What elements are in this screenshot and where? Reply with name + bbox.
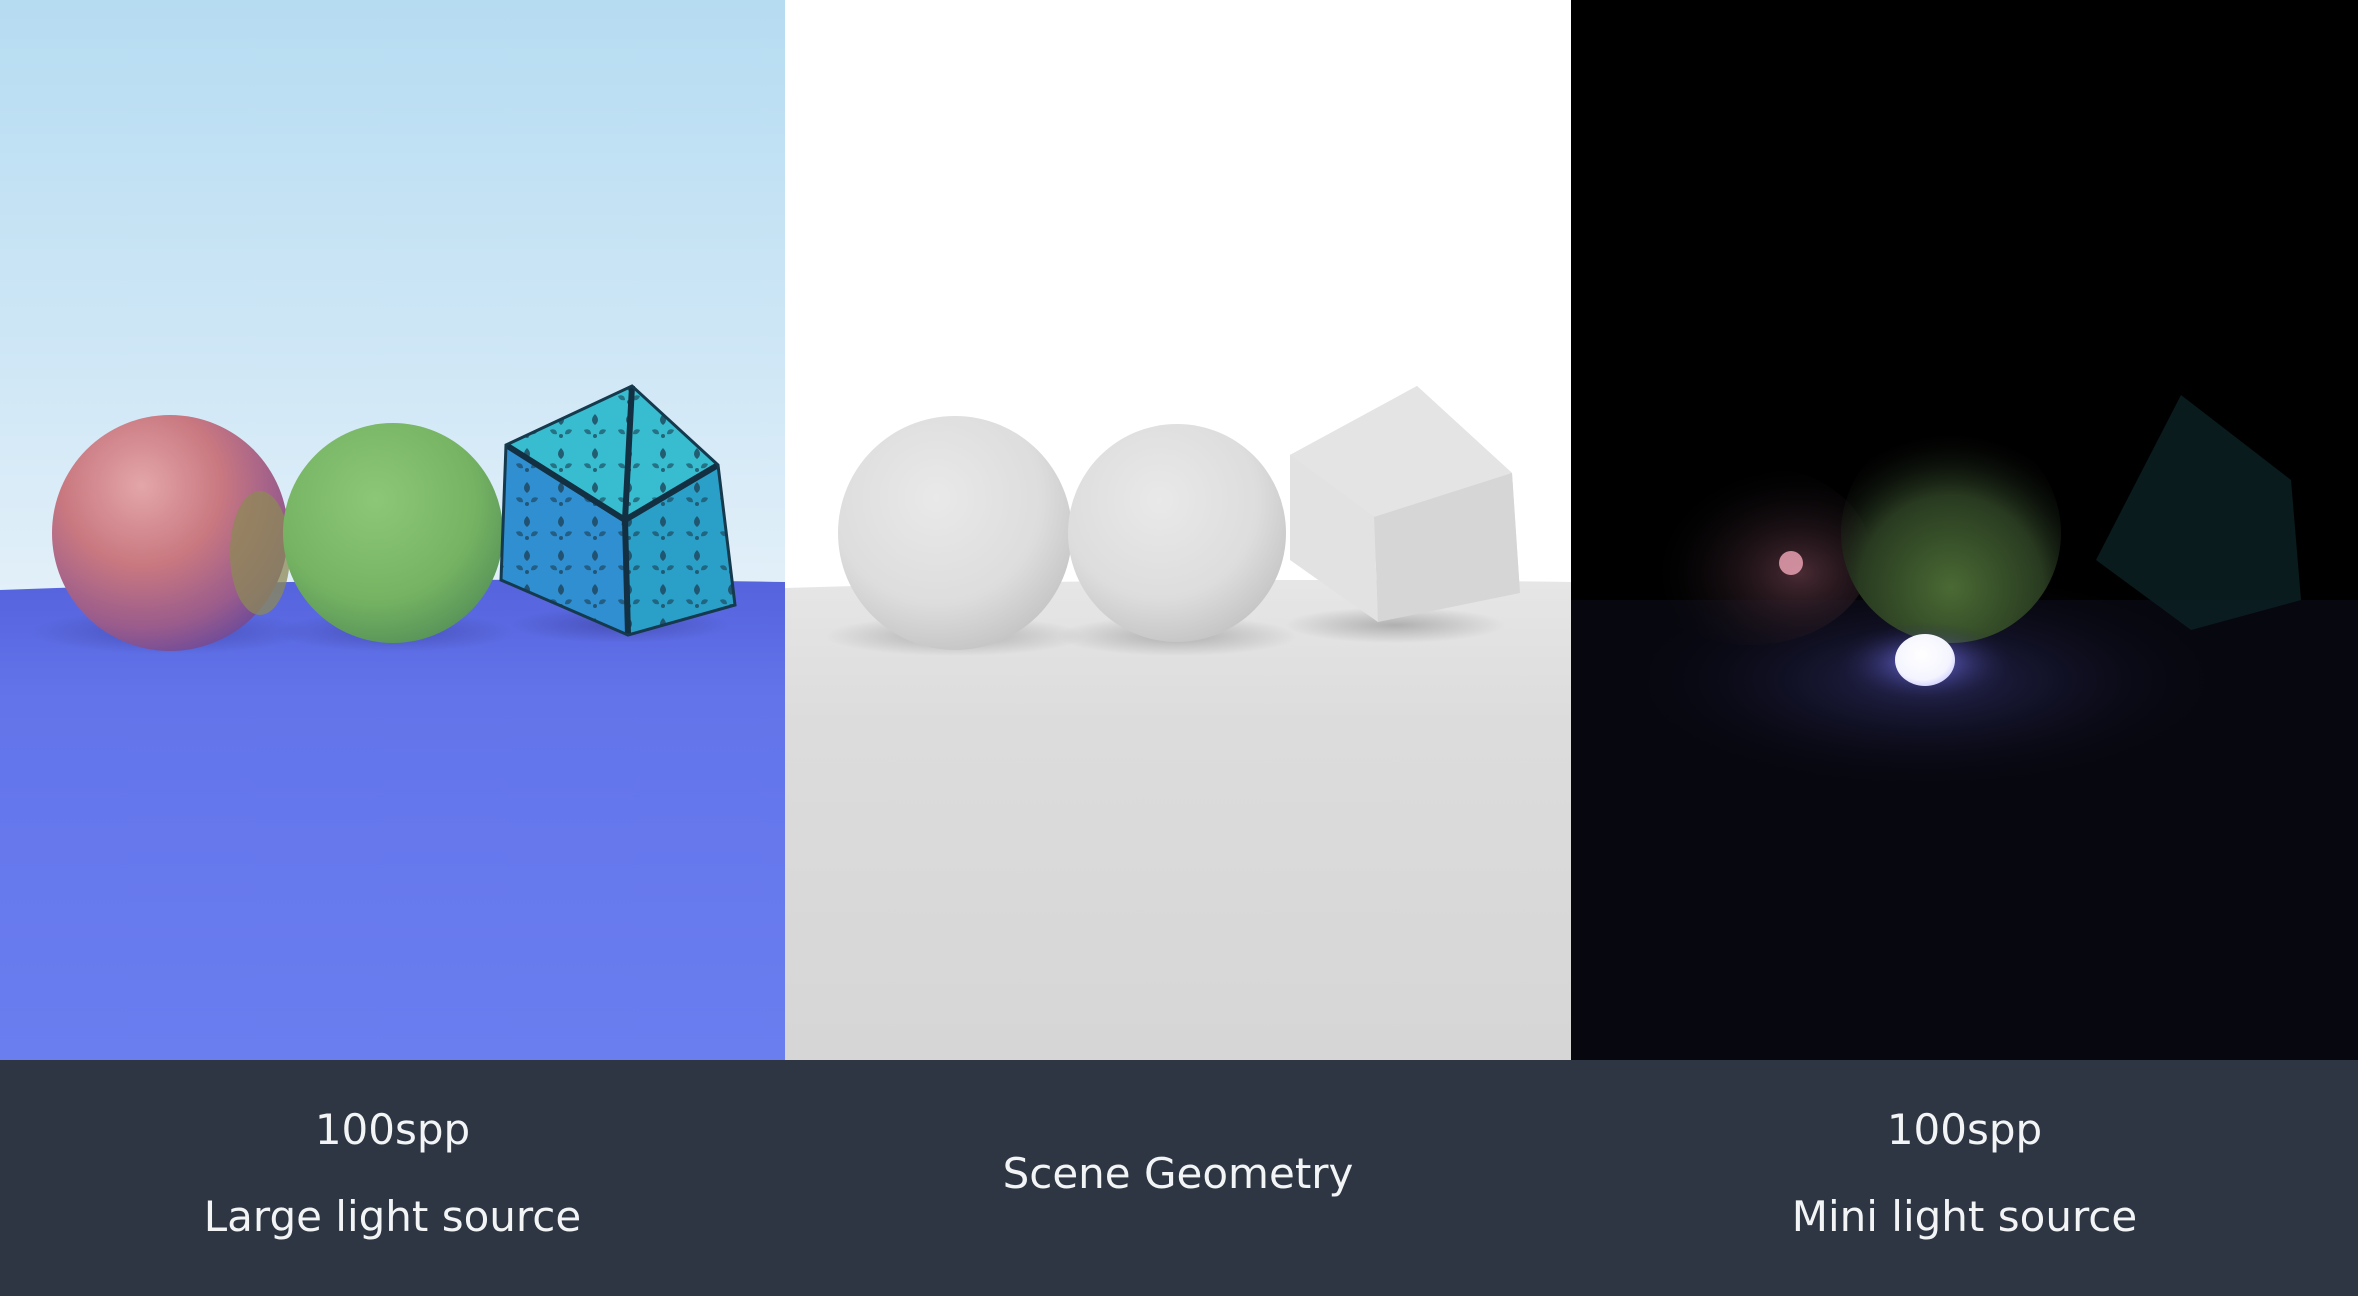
render-scene-geometry-image bbox=[785, 0, 1571, 1060]
panel-title: Mini light source bbox=[1791, 1192, 2138, 1241]
render-mini-light bbox=[1571, 0, 2358, 1060]
render-large-light-image bbox=[0, 0, 785, 1060]
spp-label: 100spp bbox=[1886, 1105, 2043, 1154]
panel-title: Large light source bbox=[203, 1192, 582, 1241]
caption-bar: 100spp Large light source Scene Geometry… bbox=[0, 1060, 2358, 1296]
panel-title: Scene Geometry bbox=[1002, 1149, 1354, 1198]
render-large-light bbox=[0, 0, 785, 1060]
render-scene-geometry bbox=[785, 0, 1571, 1060]
render-mini-light-image bbox=[1571, 0, 2358, 1060]
spp-label: 100spp bbox=[314, 1105, 471, 1154]
render-comparison bbox=[0, 0, 2358, 1060]
